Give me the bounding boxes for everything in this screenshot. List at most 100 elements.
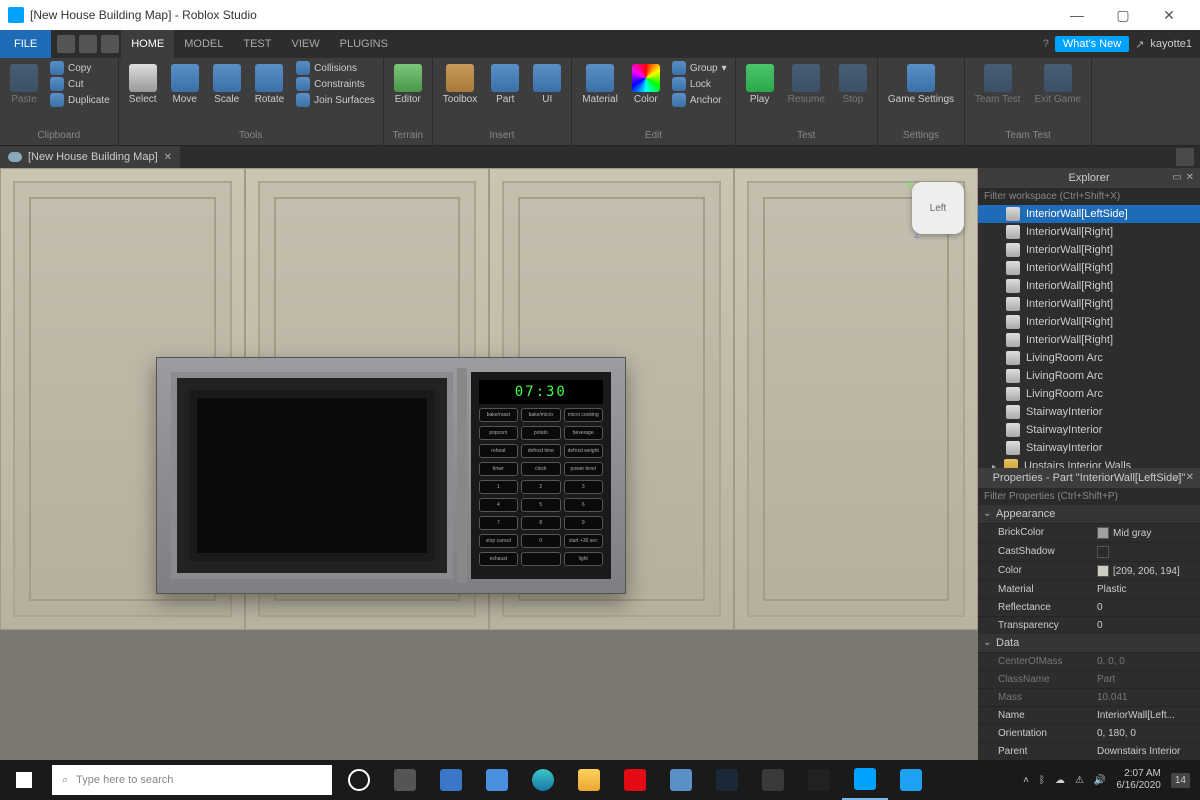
exit-game-button[interactable]: Exit Game	[1028, 60, 1087, 109]
terrain-editor-button[interactable]: Editor	[388, 60, 428, 109]
notifications-button[interactable]: 14	[1171, 773, 1190, 788]
section-data[interactable]: Data	[978, 634, 1200, 652]
close-panel-button[interactable]: ✕	[1186, 172, 1194, 183]
property-row[interactable]: BrickColorMid gray	[978, 523, 1200, 542]
section-appearance[interactable]: Appearance	[978, 505, 1200, 523]
tree-folder[interactable]: ▸Upstairs Interior Walls	[978, 457, 1200, 468]
taskbar-search[interactable]: ⌕Type here to search	[52, 765, 332, 795]
group-button[interactable]: Group▾	[668, 60, 731, 76]
qat-redo-icon[interactable]	[101, 35, 119, 53]
lock-button[interactable]: Lock	[668, 76, 731, 92]
ui-button[interactable]: UI	[527, 60, 567, 109]
task-twitter[interactable]	[888, 760, 934, 800]
task-app1[interactable]	[658, 760, 704, 800]
game-settings-button[interactable]: Game Settings	[882, 60, 960, 109]
volume-icon[interactable]: 🔊	[1094, 775, 1106, 786]
tree-item[interactable]: LivingRoom Arc	[978, 367, 1200, 385]
cloud-tray-icon[interactable]: ☁	[1055, 775, 1065, 786]
property-row[interactable]: MaterialPlastic	[978, 580, 1200, 598]
tab-home[interactable]: HOME	[121, 30, 174, 58]
minimize-button[interactable]: —	[1054, 7, 1100, 23]
resume-button[interactable]: Resume	[782, 60, 831, 109]
tree-item[interactable]: InteriorWall[Right]	[978, 313, 1200, 331]
task-taskview[interactable]	[382, 760, 428, 800]
share-icon[interactable]: ↗	[1135, 38, 1144, 51]
maximize-button[interactable]: ▢	[1100, 7, 1146, 24]
task-roblox[interactable]	[842, 760, 888, 800]
viewport-3d[interactable]: 07:30 bake/roastbake/micromicro cooking …	[0, 168, 978, 760]
tab-plugins[interactable]: PLUGINS	[330, 30, 398, 58]
tree-item[interactable]: InteriorWall[Right]	[978, 223, 1200, 241]
tree-item[interactable]: InteriorWall[Right]	[978, 277, 1200, 295]
property-row[interactable]: CastShadow	[978, 542, 1200, 561]
explorer-filter[interactable]: Filter workspace (Ctrl+Shift+X)	[978, 188, 1200, 205]
tree-item[interactable]: StairwayInterior	[978, 439, 1200, 457]
help-icon[interactable]: ?	[1043, 38, 1049, 50]
undock-icon[interactable]: ▭	[1172, 172, 1181, 183]
join-surfaces-toggle[interactable]: Join Surfaces	[292, 92, 379, 108]
close-tab-button[interactable]: ✕	[164, 152, 172, 163]
tray-up-icon[interactable]: ˄	[1023, 775, 1029, 786]
qat-undo-icon[interactable]	[79, 35, 97, 53]
tree-item[interactable]: StairwayInterior	[978, 421, 1200, 439]
move-button[interactable]: Move	[165, 60, 205, 109]
bluetooth-icon[interactable]: ᛒ	[1039, 775, 1045, 786]
tree-item[interactable]: InteriorWall[Right]	[978, 241, 1200, 259]
task-store[interactable]	[428, 760, 474, 800]
view-cube[interactable]: Left	[912, 182, 964, 234]
system-tray[interactable]: ˄ ᛒ ☁ ⚠ 🔊 2:07 AM 6/16/2020 14	[1013, 768, 1200, 792]
color-button[interactable]: Color	[626, 60, 666, 109]
select-button[interactable]: Select	[123, 60, 163, 109]
checkbox[interactable]	[1097, 546, 1109, 558]
viewport-layout-button[interactable]	[1176, 148, 1194, 166]
close-button[interactable]: ✕	[1146, 7, 1192, 24]
file-menu[interactable]: FILE	[0, 30, 51, 58]
property-row[interactable]: Reflectance0	[978, 598, 1200, 616]
duplicate-button[interactable]: Duplicate	[46, 92, 114, 108]
property-row[interactable]: NameInteriorWall[Left...	[978, 706, 1200, 724]
property-row[interactable]: Transparency0	[978, 616, 1200, 634]
team-test-button[interactable]: Team Test	[969, 60, 1026, 109]
task-steam[interactable]	[704, 760, 750, 800]
tab-view[interactable]: VIEW	[281, 30, 329, 58]
tree-item[interactable]: StairwayInterior	[978, 403, 1200, 421]
rotate-button[interactable]: Rotate	[249, 60, 290, 109]
task-explorer[interactable]	[566, 760, 612, 800]
toolbox-button[interactable]: Toolbox	[437, 60, 483, 109]
properties-filter[interactable]: Filter Properties (Ctrl+Shift+P)	[978, 488, 1200, 505]
property-row[interactable]: ParentDownstairs Interior	[978, 742, 1200, 760]
user-label[interactable]: kayotte1	[1150, 38, 1192, 50]
tab-test[interactable]: TEST	[233, 30, 281, 58]
task-mail[interactable]	[474, 760, 520, 800]
task-cortana[interactable]	[336, 760, 382, 800]
document-tab[interactable]: [New House Building Map] ✕	[0, 146, 180, 168]
property-row[interactable]: Orientation0, 180, 0	[978, 724, 1200, 742]
task-app2[interactable]	[750, 760, 796, 800]
task-calc[interactable]	[796, 760, 842, 800]
whats-new-button[interactable]: What's New	[1055, 36, 1129, 52]
property-row[interactable]: Color[209, 206, 194]	[978, 561, 1200, 580]
close-panel-button[interactable]: ✕	[1186, 472, 1194, 483]
undock-icon[interactable]: ▭	[1172, 472, 1181, 483]
task-netflix[interactable]	[612, 760, 658, 800]
tree-item[interactable]: InteriorWall[Right]	[978, 259, 1200, 277]
tree-item[interactable]: LivingRoom Arc	[978, 349, 1200, 367]
collisions-toggle[interactable]: Collisions	[292, 60, 379, 76]
constraints-toggle[interactable]: Constraints	[292, 76, 379, 92]
task-edge[interactable]	[520, 760, 566, 800]
paste-button[interactable]: Paste	[4, 60, 44, 109]
wifi-icon[interactable]: ⚠	[1075, 775, 1084, 786]
tab-model[interactable]: MODEL	[174, 30, 233, 58]
scale-button[interactable]: Scale	[207, 60, 247, 109]
tree-item[interactable]: LivingRoom Arc	[978, 385, 1200, 403]
explorer-tree[interactable]: InteriorWall[LeftSide]InteriorWall[Right…	[978, 205, 1200, 468]
play-button[interactable]: Play	[740, 60, 780, 109]
anchor-button[interactable]: Anchor	[668, 92, 731, 108]
part-button[interactable]: Part	[485, 60, 525, 109]
tree-item[interactable]: InteriorWall[Right]	[978, 295, 1200, 313]
qat-save-icon[interactable]	[57, 35, 75, 53]
material-button[interactable]: Material	[576, 60, 624, 109]
stop-button[interactable]: Stop	[833, 60, 873, 109]
taskbar-clock[interactable]: 2:07 AM 6/16/2020	[1116, 768, 1161, 792]
tree-item[interactable]: InteriorWall[Right]	[978, 331, 1200, 349]
